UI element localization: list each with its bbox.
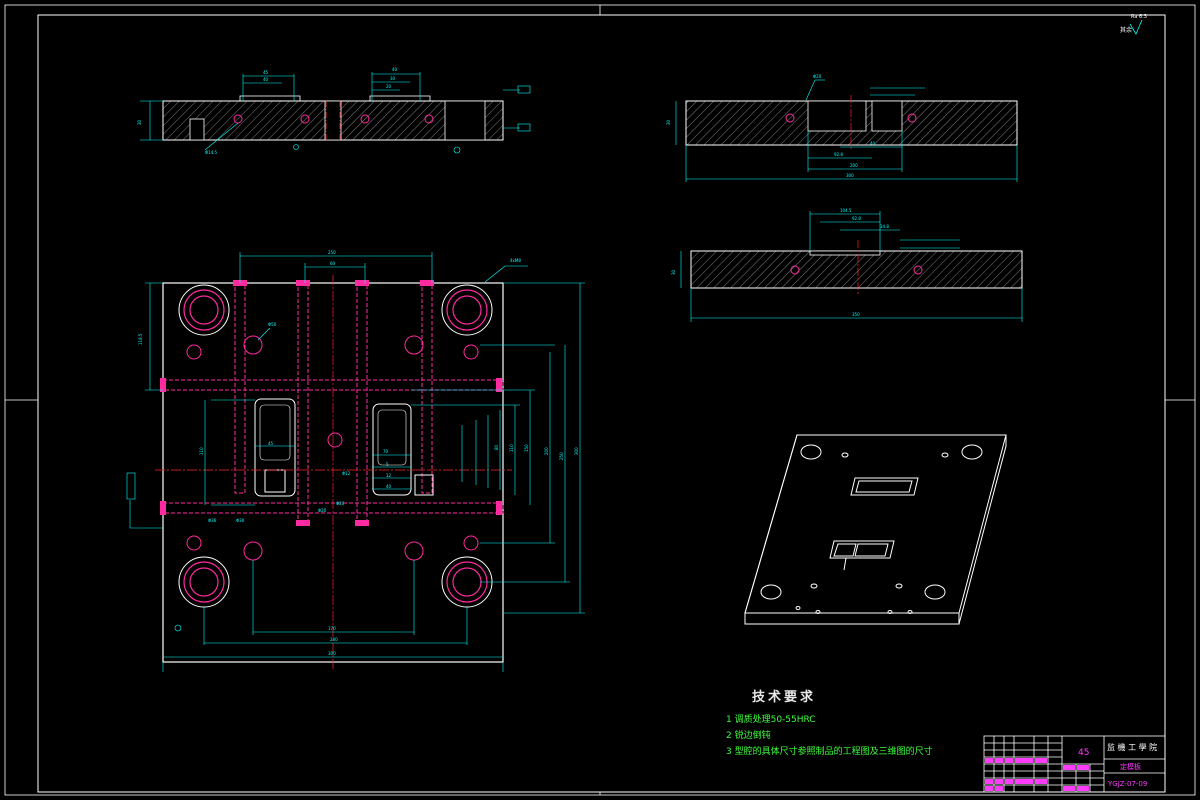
svg-text:300: 300 [846, 173, 854, 178]
svg-text:40: 40 [392, 67, 398, 72]
svg-text:250: 250 [559, 452, 564, 460]
title-block-drawing-no: YGJZ-07-09 [1107, 780, 1147, 788]
title-block-school: 监 機 工 學 院 [1107, 742, 1157, 752]
svg-text:40: 40 [386, 484, 392, 489]
svg-text:30: 30 [390, 76, 396, 81]
svg-text:30: 30 [137, 119, 142, 125]
tech-requirements-title: 技术要求 [752, 690, 817, 705]
svg-text:34.8: 34.8 [880, 224, 889, 229]
dim-phi50: Φ50 [268, 322, 277, 327]
svg-text:Φ20: Φ20 [318, 508, 327, 513]
dim-4xm8: 4xM8 [510, 258, 521, 263]
section-view-right-1: 300 200 92.8 40 30 Φ20 [666, 74, 1018, 182]
plan-view: 250 60 300 280 170 4xM8 118.5 300 250 20… [126, 250, 585, 672]
svg-text:110: 110 [509, 444, 514, 452]
dim-250: 250 [328, 250, 336, 255]
svg-text:70: 70 [383, 449, 389, 454]
roughness-value: Ra 6.3 [1131, 14, 1147, 20]
roughness-symbol: 其余 Ra 6.3 [1120, 14, 1147, 35]
svg-text:Φ36: Φ36 [208, 518, 217, 523]
svg-text:80: 80 [494, 444, 499, 450]
tech-requirement-item: 2 锐边倒钝 [726, 731, 771, 741]
title-block-material: 45 [1078, 748, 1089, 758]
isometric-view [744, 434, 1007, 625]
svg-text:Φ14.5: Φ14.5 [205, 150, 218, 155]
dim-300-height: 300 [574, 447, 579, 455]
title-block-part-name: 定模板 [1120, 762, 1141, 771]
tech-requirement-item: 1 调质处理50-55HRC [726, 715, 816, 725]
svg-text:Φ20: Φ20 [336, 501, 345, 506]
svg-text:60: 60 [330, 261, 336, 266]
svg-text:150: 150 [524, 444, 529, 452]
dim-350: 350 [852, 312, 860, 317]
dim-300-width: 300 [328, 651, 336, 656]
svg-text:45: 45 [268, 441, 274, 446]
svg-text:5: 5 [386, 462, 389, 467]
svg-text:30: 30 [671, 269, 676, 275]
title-block-cells [985, 758, 1089, 791]
svg-text:40: 40 [870, 141, 876, 146]
svg-text:Φ30: Φ30 [236, 518, 245, 523]
svg-text:45: 45 [263, 70, 269, 75]
section-view-top: 45 40 40 30 20 Φ14.5 30 [137, 67, 531, 155]
dim-118-5: 118.5 [138, 333, 143, 345]
svg-text:200: 200 [850, 163, 858, 168]
svg-text:280: 280 [330, 637, 338, 642]
roughness-rest-label: 其余 [1120, 26, 1132, 34]
svg-text:Φ20: Φ20 [813, 74, 822, 79]
dim-phi12: Φ12 [342, 471, 351, 476]
section-view-right-2: 350 104.592.8 34.8 30 [671, 208, 1023, 322]
svg-text:20: 20 [386, 84, 392, 89]
svg-text:200: 200 [544, 447, 549, 455]
dim-170: 170 [328, 626, 336, 631]
svg-text:92.8: 92.8 [852, 216, 861, 221]
svg-text:40: 40 [263, 77, 269, 82]
svg-text:92.8: 92.8 [834, 152, 843, 157]
svg-text:12: 12 [386, 473, 392, 478]
svg-text:30: 30 [666, 119, 671, 125]
svg-text:110: 110 [199, 447, 204, 455]
svg-text:104.5: 104.5 [840, 208, 852, 213]
tech-requirement-item: 3 型腔的具体尺寸参照制品的工程图及三维图的尺寸 [726, 747, 933, 757]
cad-drawing-canvas: 其余 Ra 6.3 45 40 403020 Φ14.5 30 250 60 30… [4, 4, 1196, 796]
